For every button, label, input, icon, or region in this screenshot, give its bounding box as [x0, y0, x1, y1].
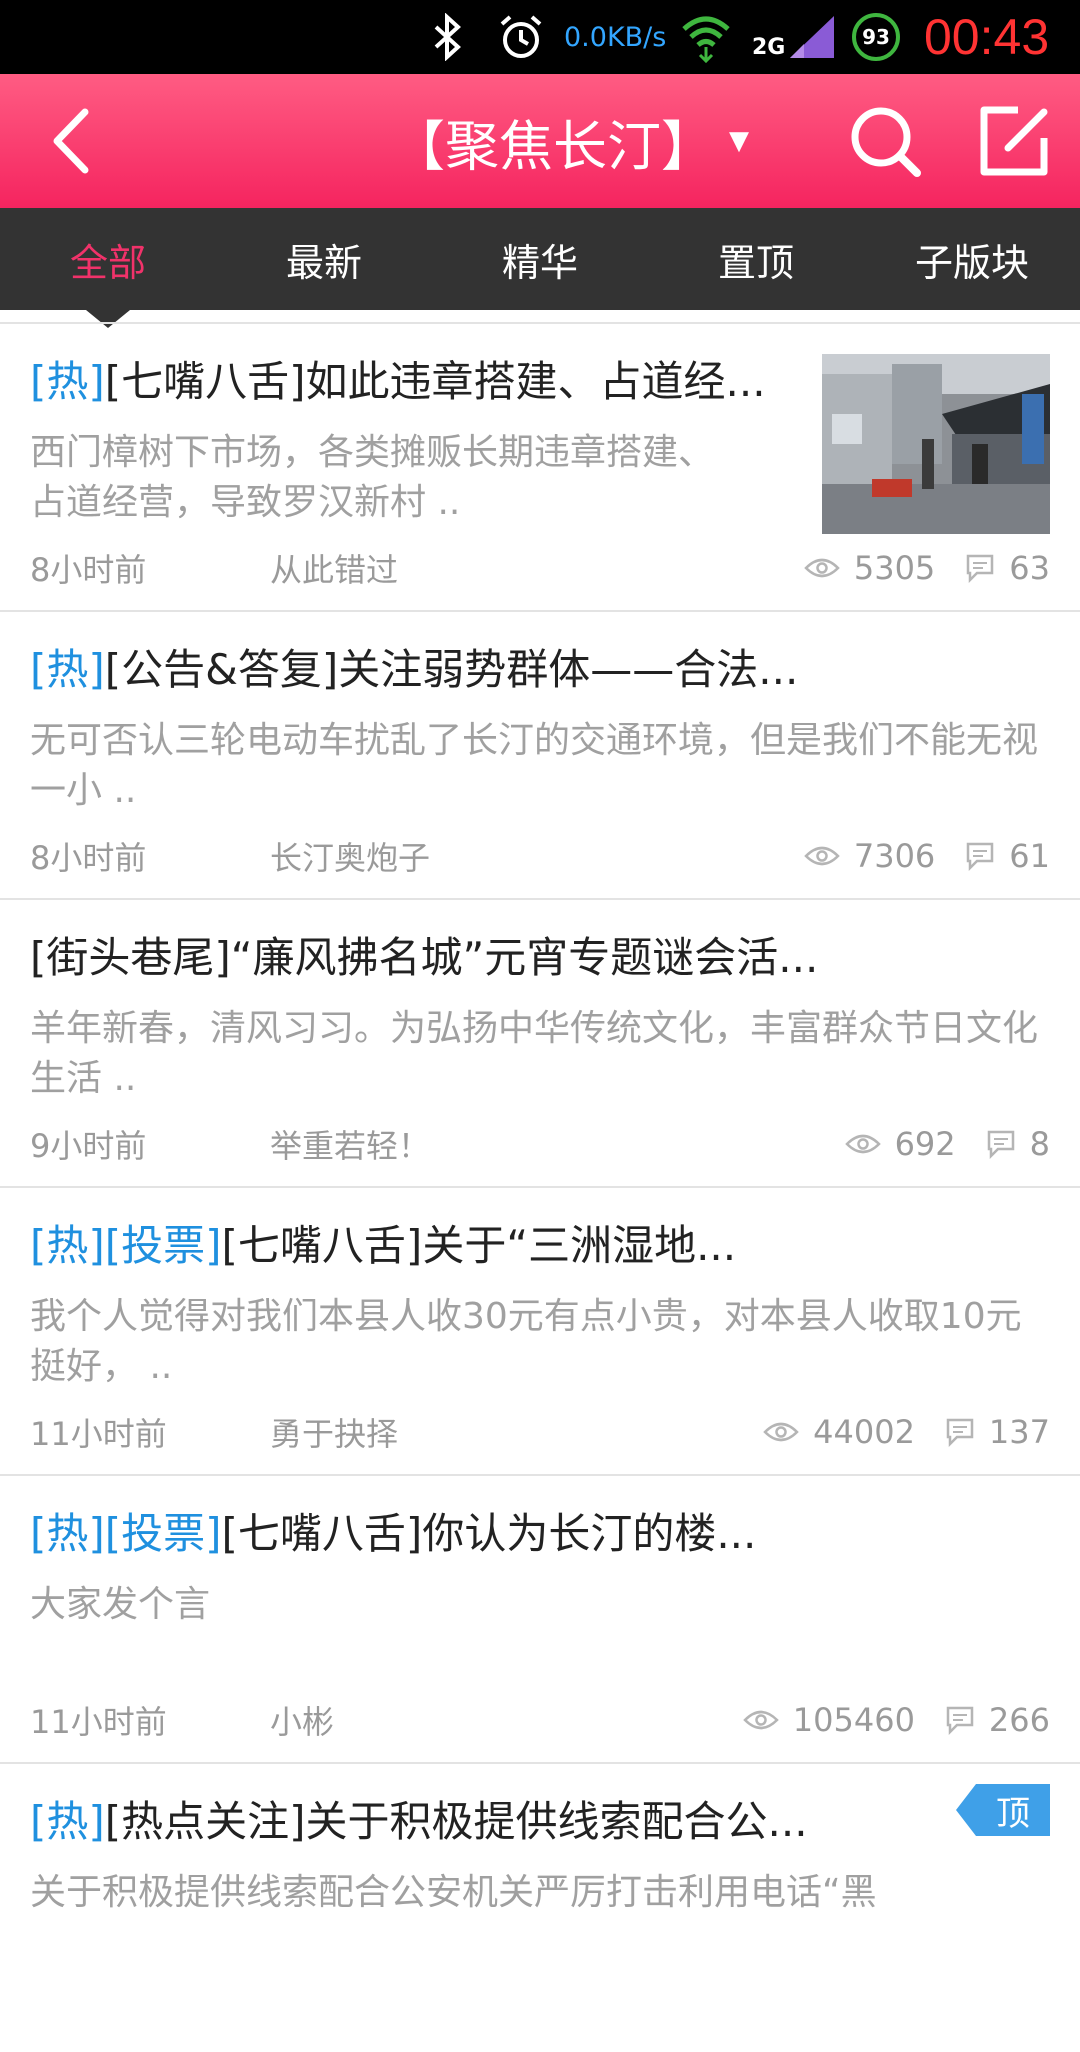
- post-meta: 11小时前 勇于抉择 44002 137: [30, 1410, 1050, 1454]
- comment-icon: [946, 1706, 974, 1735]
- network-type: 2G: [752, 34, 786, 60]
- battery-level: 93: [852, 13, 900, 61]
- signal-icon: [788, 0, 838, 74]
- battery-indicator: 93: [852, 0, 900, 74]
- post-meta: 8小时前 从此错过 5305 63: [30, 546, 1050, 590]
- back-icon: [53, 108, 89, 174]
- filter-tabs: 全部 最新 精华 置顶 子版块: [0, 208, 1080, 310]
- compose-icon: [980, 106, 1048, 176]
- dropdown-caret-icon: ▼: [729, 126, 749, 156]
- comment-icon: [967, 554, 994, 583]
- list-item[interactable]: [热][投票][七嘴八舌]你认为长汀的楼... 大家发个言 11小时前 小彬 1…: [0, 1476, 1080, 1764]
- post-title-text: [七嘴八舌]关于“三洲湿地...: [221, 1221, 737, 1270]
- clock: 00:43: [924, 9, 1050, 65]
- tab-all[interactable]: 全部: [0, 208, 216, 310]
- eye-icon: [844, 1134, 881, 1154]
- post-thumbnail[interactable]: [822, 354, 1050, 534]
- post-author[interactable]: 长汀奥炮子: [270, 833, 774, 879]
- post-meta: 11小时前 小彬 105460 266: [30, 1698, 1050, 1742]
- post-summary: 西门樟树下市场，各类摊贩长期违章搭建、占道经营，导致罗汉新村 ..: [30, 432, 715, 523]
- list-item[interactable]: [街头巷尾]“廉风拂名城”元宵专题谜会活... 羊年新春，清风习习。为弘扬中华传…: [0, 900, 1080, 1188]
- tab-subforums[interactable]: 子版块: [864, 208, 1080, 310]
- view-count: 5305: [853, 549, 936, 587]
- comment-icon: [967, 842, 994, 871]
- post-title-text: [七嘴八舌]你认为长汀的楼...: [221, 1509, 757, 1558]
- eye-icon: [763, 1422, 799, 1442]
- post-tags: [热]: [30, 357, 105, 406]
- post-title-text: [公告&答复]关注弱势群体——合法...: [104, 645, 799, 694]
- post-summary: 我个人觉得对我们本县人收30元有点小贵，对本县人收取10元挺好， ..: [30, 1296, 1022, 1387]
- post-summary: 无可否认三轮电动车扰乱了长汀的交通环境，但是我们不能无视一小 ..: [30, 720, 1039, 811]
- reply-count: 61: [1009, 837, 1050, 875]
- post-author[interactable]: 小彬: [270, 1697, 713, 1743]
- tab-featured[interactable]: 精华: [432, 208, 648, 310]
- view-count: 692: [894, 1125, 956, 1163]
- post-tags: [热]: [30, 645, 105, 694]
- back-button[interactable]: [30, 74, 110, 208]
- page-title: 【聚焦长汀】: [391, 114, 715, 178]
- post-title: [街头巷尾]“廉风拂名城”元宵专题谜会活...: [30, 930, 818, 986]
- post-meta: 8小时前 长汀奥炮子 7306 61: [30, 834, 1050, 878]
- reply-count: 63: [1009, 549, 1050, 587]
- app-header: 【聚焦长汀】 ▼: [0, 74, 1080, 208]
- post-time: 11小时前: [30, 1703, 167, 1741]
- post-title: [热][公告&答复]关注弱势群体——合法...: [30, 642, 798, 698]
- status-bar: 0.0KB/s 2G 93 00:43: [0, 0, 1080, 74]
- list-item[interactable]: [热][投票][七嘴八舌]关于“三洲湿地... 我个人觉得对我们本县人收30元有…: [0, 1188, 1080, 1476]
- reply-count: 137: [988, 1413, 1050, 1451]
- bluetooth-icon: [428, 0, 468, 74]
- post-title: [热][投票][七嘴八舌]你认为长汀的楼...: [30, 1506, 756, 1562]
- comment-icon: [946, 1418, 974, 1447]
- post-time: 8小时前: [30, 551, 147, 589]
- post-title-text: [街头巷尾]“廉风拂名城”元宵专题谜会活...: [30, 933, 819, 982]
- post-author[interactable]: 勇于抉择: [270, 1409, 733, 1455]
- post-title: [热][投票][七嘴八舌]关于“三洲湿地...: [30, 1218, 736, 1274]
- reply-count: 266: [988, 1701, 1050, 1739]
- post-list: [热][七嘴八舌]如此违章搭建、占道经... 西门樟树下市场，各类摊贩长期违章搭…: [0, 324, 1080, 2052]
- view-count: 7306: [853, 837, 936, 875]
- reply-count: 8: [1029, 1125, 1050, 1163]
- post-time: 8小时前: [30, 839, 147, 877]
- post-summary: 关于积极提供线索配合公安机关严厉打击利用电话“黑: [30, 1872, 877, 1913]
- post-summary: 羊年新春，清风习习。为弘扬中华传统文化，丰富群众节日文化生活 ..: [30, 1008, 1039, 1099]
- post-tags: [热]: [30, 1797, 105, 1846]
- post-author[interactable]: 举重若轻！: [270, 1121, 815, 1167]
- compose-button[interactable]: [970, 74, 1060, 208]
- post-title: [热][七嘴八舌]如此违章搭建、占道经...: [30, 354, 766, 410]
- comment-icon: [987, 1130, 1014, 1159]
- eye-icon: [742, 1710, 779, 1730]
- post-title-text: [七嘴八舌]如此违章搭建、占道经...: [104, 357, 766, 406]
- post-time: 11小时前: [30, 1415, 167, 1453]
- post-title-text: [热点关注]关于积极提供线索配合公...: [104, 1797, 808, 1846]
- list-item[interactable]: [热][热点关注]关于积极提供线索配合公... 关于积极提供线索配合公安机关严厉…: [0, 1764, 1080, 2052]
- view-count: 44002: [813, 1413, 915, 1451]
- alarm-icon: [496, 0, 546, 74]
- post-author[interactable]: 从此错过: [270, 545, 774, 591]
- post-tags: [热][投票]: [30, 1509, 222, 1558]
- search-icon: [851, 107, 921, 177]
- list-item[interactable]: [热][公告&答复]关注弱势群体——合法... 无可否认三轮电动车扰乱了长汀的交…: [0, 612, 1080, 900]
- network-speed: 0.0KB/s: [564, 21, 667, 53]
- view-count: 105460: [792, 1701, 915, 1739]
- post-time: 9小时前: [30, 1127, 147, 1165]
- post-meta: 9小时前 举重若轻！ 692 8: [30, 1122, 1050, 1166]
- pinned-badge: 顶: [956, 1784, 1050, 1836]
- search-button[interactable]: [840, 74, 930, 208]
- post-summary: 大家发个言: [30, 1584, 211, 1625]
- list-item[interactable]: [热][七嘴八舌]如此违章搭建、占道经... 西门樟树下市场，各类摊贩长期违章搭…: [0, 324, 1080, 612]
- eye-icon: [804, 846, 840, 866]
- eye-icon: [804, 558, 840, 578]
- tab-pinned[interactable]: 置顶: [648, 208, 864, 310]
- wifi-icon: [680, 0, 732, 74]
- post-tags: [热][投票]: [30, 1221, 222, 1270]
- post-title: [热][热点关注]关于积极提供线索配合公...: [30, 1794, 808, 1850]
- tab-latest[interactable]: 最新: [216, 208, 432, 310]
